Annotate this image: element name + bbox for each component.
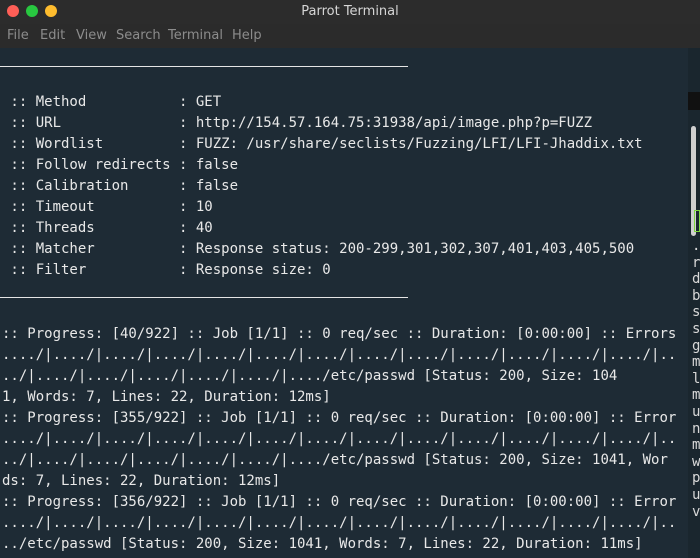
menu-bar: File Edit View Search Terminal Help — [0, 24, 700, 49]
menu-help[interactable]: Help — [232, 28, 262, 43]
menu-file[interactable]: File — [7, 28, 29, 43]
terminal-output[interactable]: :: Method : GET :: URL : http://154.57.1… — [0, 48, 688, 558]
menu-view[interactable]: View — [76, 28, 107, 43]
config-url: :: URL : http://154.57.164.75:31938/api/… — [2, 115, 593, 131]
output-line: ../etc/passwd [Status: 200, Size: 1041, … — [2, 536, 643, 552]
background-window-edge: . r d b s s g m l m u n m w p u v — [688, 48, 700, 558]
menu-search[interactable]: Search — [116, 28, 161, 43]
output-line: :: Progress: [40/922] :: Job [1/1] :: 0 … — [2, 326, 677, 342]
background-window-bar — [688, 92, 700, 110]
output-line: 1, Words: 7, Lines: 22, Duration: 12ms] — [2, 389, 331, 405]
config-threads: :: Threads : 40 — [2, 220, 213, 236]
output-line: ..../|..../|..../|..../|..../|..../|....… — [2, 431, 677, 447]
menu-edit[interactable]: Edit — [40, 28, 65, 43]
background-window-text: . r d b s s g m l m u n m w p u v — [692, 238, 700, 520]
output-line: ../|..../|..../|..../|..../|..../|..../e… — [2, 368, 618, 384]
output-line: ..../|..../|..../|..../|..../|..../|....… — [2, 347, 677, 363]
separator-line — [0, 297, 408, 298]
config-follow-redirects: :: Follow redirects : false — [2, 157, 239, 173]
config-wordlist: :: Wordlist : FUZZ: /usr/share/seclists/… — [2, 136, 643, 152]
config-matcher: :: Matcher : Response status: 200-299,30… — [2, 241, 635, 257]
config-filter: :: Filter : Response size: 0 — [2, 262, 331, 278]
output-line: :: Progress: [356/922] :: Job [1/1] :: 0… — [2, 494, 677, 510]
config-method: :: Method : GET — [2, 94, 222, 110]
output-line: :: Progress: [355/922] :: Job [1/1] :: 0… — [2, 410, 677, 426]
background-window-field — [694, 210, 700, 232]
output-line: ..../|..../|..../|..../|..../|..../|....… — [2, 515, 677, 531]
config-timeout: :: Timeout : 10 — [2, 199, 213, 215]
title-bar: Parrot Terminal — [0, 0, 700, 24]
output-line: ds: 7, Lines: 22, Duration: 12ms] — [2, 473, 281, 489]
output-line: ../|..../|..../|..../|..../|..../|..../e… — [2, 452, 668, 468]
config-calibration: :: Calibration : false — [2, 178, 239, 194]
menu-terminal[interactable]: Terminal — [168, 28, 223, 43]
window-title: Parrot Terminal — [301, 4, 399, 19]
separator-line — [0, 66, 408, 67]
